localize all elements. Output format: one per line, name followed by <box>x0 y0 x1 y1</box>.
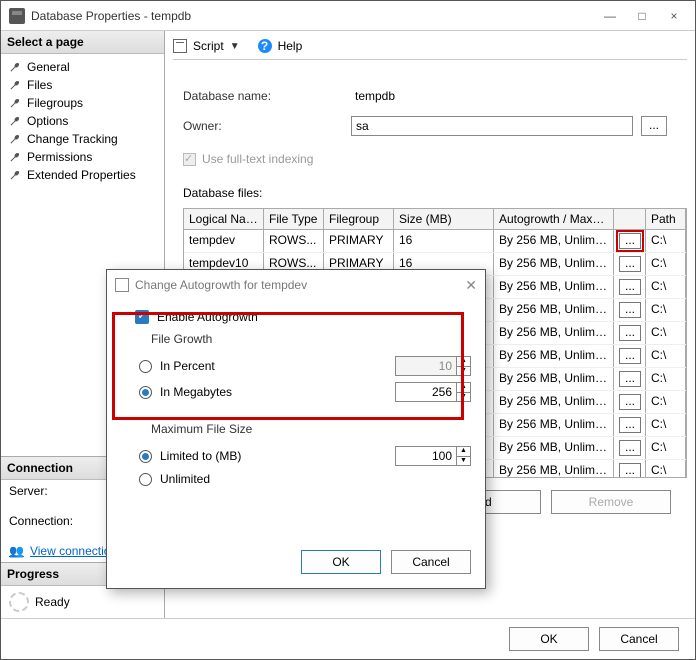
sidebar-item-label: Permissions <box>27 150 92 164</box>
database-icon <box>9 8 25 24</box>
sidebar-item-label: Change Tracking <box>27 132 118 146</box>
sidebar-item-files[interactable]: Files <box>1 76 164 94</box>
window-title: Database Properties - tempdb <box>31 9 603 23</box>
autogrowth-edit-button[interactable]: ... <box>619 302 641 318</box>
owner-field[interactable] <box>351 116 633 136</box>
owner-browse-button[interactable]: ... <box>641 116 667 136</box>
enable-autogrowth-checkbox[interactable]: ✓ Enable Autogrowth <box>135 310 471 324</box>
dialog-cancel-button[interactable]: Cancel <box>391 550 471 574</box>
radio-selected-icon <box>139 450 152 463</box>
autogrowth-edit-button[interactable]: ... <box>619 256 641 272</box>
dialog-close-button[interactable]: ✕ <box>465 277 477 294</box>
wrench-icon <box>9 79 21 91</box>
people-icon: 👥 <box>9 544 24 558</box>
autogrowth-edit-button[interactable]: ... <box>619 417 641 433</box>
autogrowth-edit-button[interactable]: ... <box>619 233 641 249</box>
sidebar-item-options[interactable]: Options <box>1 112 164 130</box>
autogrowth-edit-button[interactable]: ... <box>619 394 641 410</box>
unlimited-radio[interactable]: Unlimited <box>139 472 471 486</box>
dbfiles-label: Database files: <box>183 186 687 200</box>
sidebar-item-label: Options <box>27 114 68 128</box>
radio-icon <box>139 360 152 373</box>
script-icon <box>173 39 187 53</box>
wrench-icon <box>9 133 21 145</box>
percent-spinner: ▲▼ <box>395 356 471 376</box>
sidebar-item-label: Files <box>27 78 52 92</box>
wrench-icon <box>9 115 21 127</box>
sidebar-item-permissions[interactable]: Permissions <box>1 148 164 166</box>
table-row[interactable]: tempdevROWS...PRIMARY16By 256 MB, Unlimi… <box>184 230 686 253</box>
wrench-icon <box>9 169 21 181</box>
dbname-field <box>351 86 667 106</box>
sidebar-item-label: General <box>27 60 70 74</box>
in-megabytes-radio[interactable]: In Megabytes ▲▼ <box>139 382 471 402</box>
checkbox-checked-icon: ✓ <box>135 310 149 324</box>
ok-button[interactable]: OK <box>509 627 589 651</box>
wrench-icon <box>9 151 21 163</box>
sidebar-item-label: Extended Properties <box>27 168 136 182</box>
progress-spinner-icon <box>9 592 29 612</box>
progress-status: Ready <box>35 595 70 609</box>
titlebar: Database Properties - tempdb — □ × <box>1 1 695 31</box>
in-percent-radio[interactable]: In Percent ▲▼ <box>139 356 471 376</box>
limited-spinner[interactable]: ▲▼ <box>395 446 471 466</box>
radio-icon <box>139 473 152 486</box>
maximize-button[interactable]: □ <box>635 9 649 23</box>
autogrowth-edit-button[interactable]: ... <box>619 440 641 456</box>
minimize-button[interactable]: — <box>603 9 617 23</box>
fulltext-checkbox: Use full-text indexing <box>183 152 687 166</box>
radio-selected-icon <box>139 386 152 399</box>
script-button[interactable]: Script <box>193 39 224 53</box>
autogrowth-edit-button[interactable]: ... <box>619 371 641 387</box>
wrench-icon <box>9 61 21 73</box>
select-page-head: Select a page <box>1 31 164 54</box>
dialog-ok-button[interactable]: OK <box>301 550 381 574</box>
close-button[interactable]: × <box>667 9 681 23</box>
wrench-icon <box>9 97 21 109</box>
sidebar-item-extended-properties[interactable]: Extended Properties <box>1 166 164 184</box>
dialog-title: Change Autogrowth for tempdev <box>135 278 307 292</box>
help-icon: ? <box>258 39 272 53</box>
autogrowth-edit-button[interactable]: ... <box>619 463 641 478</box>
cancel-button[interactable]: Cancel <box>599 627 679 651</box>
sidebar-item-change-tracking[interactable]: Change Tracking <box>1 130 164 148</box>
megabytes-spinner[interactable]: ▲▼ <box>395 382 471 402</box>
sidebar-item-label: Filegroups <box>27 96 83 110</box>
help-button[interactable]: Help <box>278 39 303 53</box>
autogrowth-edit-button[interactable]: ... <box>619 325 641 341</box>
maxsize-group-label: Maximum File Size <box>151 422 471 436</box>
grid-header: Logical Name File Type Filegroup Size (M… <box>184 209 686 230</box>
autogrowth-edit-button[interactable]: ... <box>619 348 641 364</box>
script-dropdown-icon[interactable]: ▼ <box>230 41 240 52</box>
limited-radio[interactable]: Limited to (MB) ▲▼ <box>139 446 471 466</box>
remove-button: Remove <box>551 490 671 514</box>
dbname-label: Database name: <box>183 89 343 103</box>
checkbox-icon <box>183 153 196 166</box>
filegrowth-group-label: File Growth <box>151 332 471 346</box>
sidebar-item-general[interactable]: General <box>1 58 164 76</box>
sidebar-item-filegroups[interactable]: Filegroups <box>1 94 164 112</box>
toolbar: Script ▼ ? Help <box>173 39 687 60</box>
autogrowth-edit-button[interactable]: ... <box>619 279 641 295</box>
autogrowth-dialog: Change Autogrowth for tempdev ✕ ✓ Enable… <box>106 269 486 589</box>
dialog-icon <box>115 278 129 292</box>
owner-label: Owner: <box>183 119 343 133</box>
